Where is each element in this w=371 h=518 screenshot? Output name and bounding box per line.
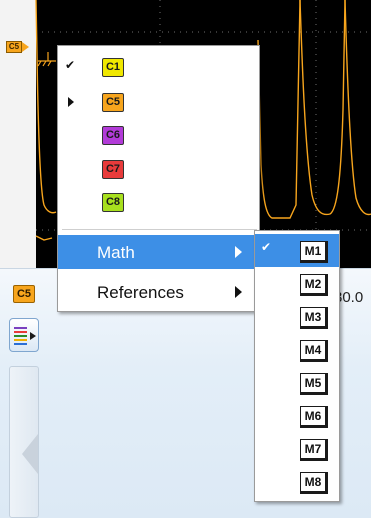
math-chip-m8: M8	[300, 472, 328, 494]
check-icon: ✔	[261, 240, 272, 254]
menu-channel-c5[interactable]: C5	[58, 91, 261, 113]
arrow-right-icon	[68, 97, 74, 107]
submenu-arrow-icon	[235, 286, 242, 298]
submenu-item-m4[interactable]: M4	[255, 333, 339, 366]
math-submenu: ✔ M1 M2 M3 M4 M5 M6 M7 M8	[254, 230, 340, 502]
submenu-arrow-icon	[235, 246, 242, 258]
channel-chip-c5: C5	[102, 93, 124, 112]
channel-marker-arrow-icon	[22, 42, 29, 52]
menu-item-math[interactable]: Math	[58, 235, 259, 269]
submenu-item-m5[interactable]: M5	[255, 366, 339, 399]
submenu-item-m1[interactable]: ✔ M1	[255, 234, 339, 267]
math-chip-m5: M5	[300, 373, 328, 395]
submenu-item-m3[interactable]: M3	[255, 300, 339, 333]
submenu-item-m7[interactable]: M7	[255, 432, 339, 465]
math-chip-m7: M7	[300, 439, 328, 461]
submenu-item-m6[interactable]: M6	[255, 399, 339, 432]
check-icon: ✔	[65, 58, 76, 72]
submenu-item-m8[interactable]: M8	[255, 465, 339, 498]
menu-channel-c6[interactable]: C6	[58, 124, 261, 146]
math-chip-m2: M2	[300, 274, 328, 296]
menu-item-references[interactable]: References	[58, 275, 259, 309]
menu-channel-c8[interactable]: C8	[58, 191, 261, 213]
list-arrow-icon	[14, 327, 36, 345]
math-chip-m1: M1	[300, 241, 328, 263]
channel-badge[interactable]: C5	[13, 285, 35, 303]
submenu-item-m2[interactable]: M2	[255, 267, 339, 300]
menu-item-math-label: Math	[97, 243, 135, 262]
triangle-left-icon[interactable]	[22, 434, 38, 474]
menu-channel-c1[interactable]: ✔ C1	[58, 56, 261, 78]
math-chip-m3: M3	[300, 307, 328, 329]
channel-marker[interactable]: C5	[6, 41, 22, 53]
context-menu: ✔ C1 C5 C6 C7 C8 Math References	[57, 45, 260, 312]
menu-button[interactable]	[9, 318, 39, 352]
menu-separator	[62, 229, 257, 230]
menu-channel-c7[interactable]: C7	[58, 158, 261, 180]
channel-chip-c6: C6	[102, 126, 124, 145]
menu-item-references-label: References	[97, 283, 184, 302]
math-chip-m4: M4	[300, 340, 328, 362]
channel-chip-c8: C8	[102, 193, 124, 212]
math-chip-m6: M6	[300, 406, 328, 428]
channel-chip-c7: C7	[102, 160, 124, 179]
channel-chip-c1: C1	[102, 58, 124, 77]
